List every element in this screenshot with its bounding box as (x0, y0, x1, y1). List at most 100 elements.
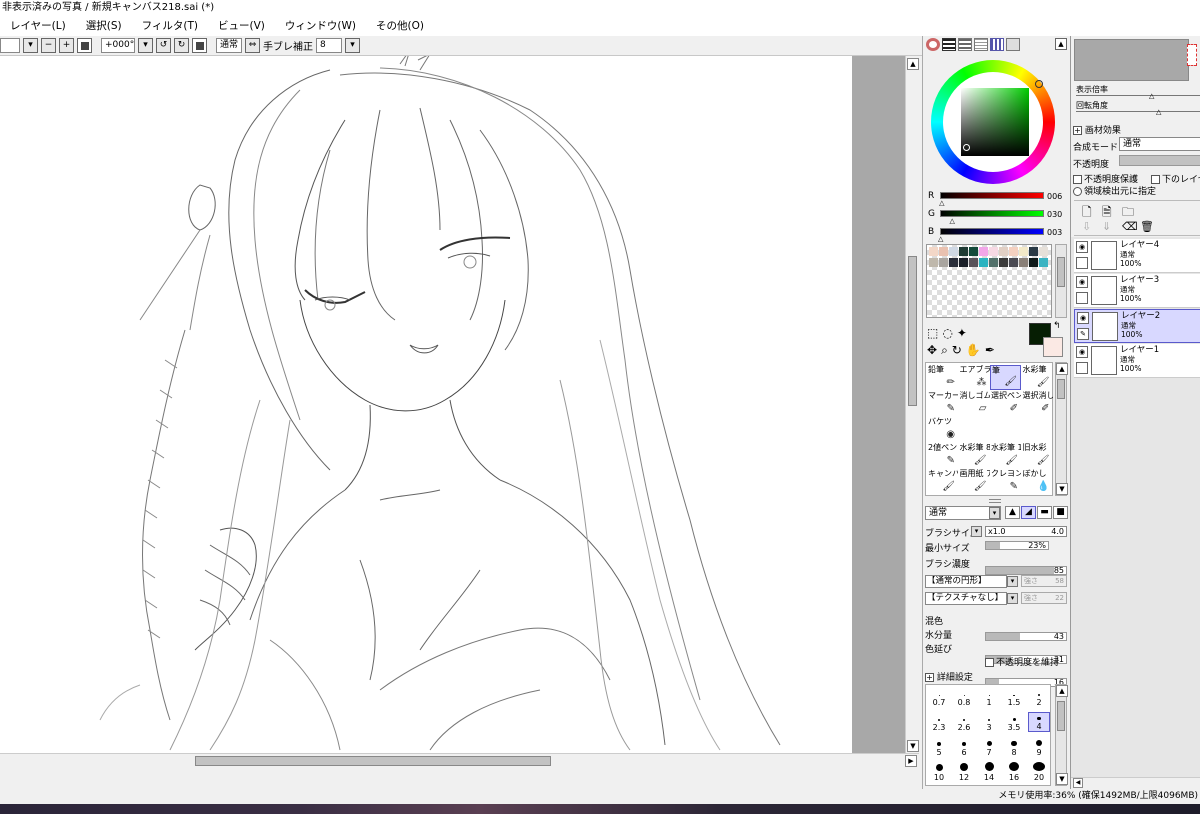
brush-size-preset[interactable]: 0.8 (953, 687, 975, 707)
layer-blend-select[interactable]: 通常 (1119, 137, 1200, 151)
brush-shape-select[interactable]: 【通常の円形】 (925, 575, 1007, 588)
color-swatch[interactable] (969, 258, 978, 267)
r-slider[interactable] (940, 192, 1044, 199)
brush-size-preset[interactable]: 9 (1028, 737, 1050, 757)
visibility-eye-icon[interactable]: ◉ (1076, 346, 1088, 358)
brush-size-preset[interactable]: 2 (1028, 687, 1050, 707)
swatch-tab-icon[interactable] (990, 38, 1004, 51)
blend-slider[interactable]: 43 (985, 632, 1067, 641)
zoom-in-icon[interactable]: + (59, 38, 74, 53)
layer-list-scrollbar[interactable]: ◀ (1071, 777, 1200, 789)
color-swatch[interactable] (999, 258, 1008, 267)
color-swatch[interactable] (1029, 247, 1038, 256)
tool-scroll-down-icon[interactable]: ▼ (1056, 483, 1068, 495)
lasso-icon[interactable]: ◌ (942, 326, 952, 340)
zoom-out-icon[interactable]: − (41, 38, 56, 53)
menu-window[interactable]: ウィンドウ(W) (275, 16, 366, 36)
menu-view[interactable]: ビュー(V) (208, 16, 275, 36)
brush-size-preset[interactable]: 6 (953, 737, 975, 757)
tool-brush[interactable]: 筆 🖌 (990, 365, 1021, 390)
color-swatch[interactable] (1039, 247, 1048, 256)
drawing-canvas[interactable] (0, 56, 852, 753)
r-value[interactable]: 006 (1047, 192, 1062, 201)
rotation-field[interactable]: +000° (101, 38, 135, 53)
color-swatch[interactable] (959, 247, 968, 256)
b-slider-marker[interactable]: △ (938, 236, 943, 243)
zoom-dropdown-icon[interactable]: ▾ (23, 38, 38, 53)
brush-size-preset[interactable]: 1 (978, 687, 1000, 707)
tool-blur[interactable]: ぼかし 💧 (1022, 469, 1053, 494)
tool-seleraser[interactable]: 選択消し ✐ (1022, 391, 1053, 416)
brush-size-preset[interactable]: 3.5 (1003, 712, 1025, 732)
g-slider[interactable] (940, 210, 1044, 217)
tool-pencil[interactable]: 鉛筆 ✏ (927, 365, 958, 390)
rotation-slider-marker[interactable]: △ (1156, 109, 1161, 116)
rect-select-icon[interactable]: ⬚ (927, 326, 938, 340)
zoom-slider[interactable] (1076, 95, 1200, 96)
layer-row[interactable]: ◉ レイヤー4 通常 100% (1074, 239, 1200, 273)
color-swatch[interactable] (1019, 258, 1028, 267)
rotate-reset-icon[interactable] (192, 38, 207, 53)
scratch-tab-icon[interactable] (1006, 38, 1020, 51)
keep-opacity-checkbox[interactable] (985, 658, 994, 667)
tool-crayon[interactable]: クレヨン ✎ (990, 469, 1021, 494)
protect-opacity-checkbox[interactable] (1073, 175, 1082, 184)
zoom-slider-marker[interactable]: △ (1149, 93, 1154, 100)
stabilizer-field[interactable]: 8 (316, 38, 343, 53)
brush-size-preset[interactable]: 2.6 (953, 712, 975, 732)
brush-size-preset[interactable]: 12 (953, 762, 975, 782)
horizontal-scroll-thumb[interactable] (195, 756, 551, 766)
delete-layer-icon[interactable]: 🗑 (1140, 220, 1154, 233)
texture-strength-field[interactable]: 強さ 22 (1021, 592, 1067, 604)
color-swatch[interactable] (949, 247, 958, 256)
edge-hard-icon[interactable]: ▲ (1005, 506, 1020, 519)
visibility-eye-icon[interactable]: ◉ (1077, 312, 1089, 324)
tool-paper-acrylic[interactable]: 画用紙 アクリル 🖌 (959, 469, 990, 494)
zoom-field[interactable] (0, 38, 20, 53)
rotation-dropdown-icon[interactable]: ▾ (138, 38, 153, 53)
layer-lock-box[interactable] (1076, 292, 1088, 304)
saturation-value-square[interactable] (961, 88, 1029, 156)
tool-grid-scrollbar[interactable]: ▲ ▼ (1055, 362, 1068, 496)
color-swatch[interactable] (989, 258, 998, 267)
eyedropper-icon[interactable]: ✒ (985, 343, 995, 357)
shape-strength-field[interactable]: 強さ 58 (1021, 575, 1067, 587)
brush-texture-select[interactable]: 【テクスチャなし】 (925, 592, 1007, 605)
tool-selpen[interactable]: 選択ペン ✐ (990, 391, 1021, 416)
g-value[interactable]: 030 (1047, 210, 1062, 219)
brush-texture-dropdown-icon[interactable]: ▾ (1007, 593, 1018, 604)
merge-down-icon[interactable]: ⇓ (1102, 220, 1111, 233)
color-swatch[interactable] (929, 258, 938, 267)
r-slider-marker[interactable]: △ (939, 200, 944, 207)
zoom-reset-icon[interactable] (77, 38, 92, 53)
hand-icon[interactable]: ✋ (966, 343, 981, 357)
color-swatch[interactable] (959, 258, 968, 267)
sv-cursor[interactable] (963, 144, 970, 151)
layer-scroll-left-icon[interactable]: ◀ (1073, 778, 1083, 788)
brush-size-preset[interactable]: 10 (928, 762, 950, 782)
zoom-icon[interactable]: ⌕ (941, 343, 948, 357)
brush-size-preset[interactable]: 3 (978, 712, 1000, 732)
transfer-down-icon[interactable]: ⇩ (1082, 220, 1091, 233)
clip-option[interactable]: 下のレイヤー (1151, 172, 1200, 185)
rotate-right-icon[interactable]: ↻ (174, 38, 189, 53)
tool-binary-pen[interactable]: 2値ペン ✎ (927, 443, 958, 468)
canvas-horizontal-scrollbar[interactable]: ▶ (0, 753, 919, 768)
brush-size-preset[interactable]: 1.5 (1003, 687, 1025, 707)
brush-size-preset[interactable]: 7 (978, 737, 1000, 757)
expand-icon[interactable]: + (925, 673, 934, 682)
tool-acrylic[interactable]: キャンバス アクリル 🖌 (927, 469, 958, 494)
brush-size-preset[interactable]: 2.3 (928, 712, 950, 732)
scroll-up-icon[interactable]: ▲ (1055, 38, 1067, 50)
brush-mode-dropdown-icon[interactable]: ▾ (989, 507, 1000, 519)
edit-pen-icon[interactable]: ✎ (1077, 328, 1089, 340)
size-scroll-down-icon[interactable]: ▼ (1056, 773, 1068, 785)
keep-opacity-option[interactable]: 不透明度を維持 (985, 655, 1059, 668)
tool-bucket[interactable]: バケツ ◉ (927, 417, 958, 442)
rgb-slider-tab-icon[interactable] (942, 38, 956, 51)
flip-icon[interactable]: ⇔ (245, 38, 261, 53)
color-swatch[interactable] (969, 247, 978, 256)
panel-splitter[interactable] (989, 499, 1001, 503)
edge-soft-icon[interactable]: ◢ (1021, 506, 1036, 519)
brush-size-preset[interactable]: 8 (1003, 737, 1025, 757)
